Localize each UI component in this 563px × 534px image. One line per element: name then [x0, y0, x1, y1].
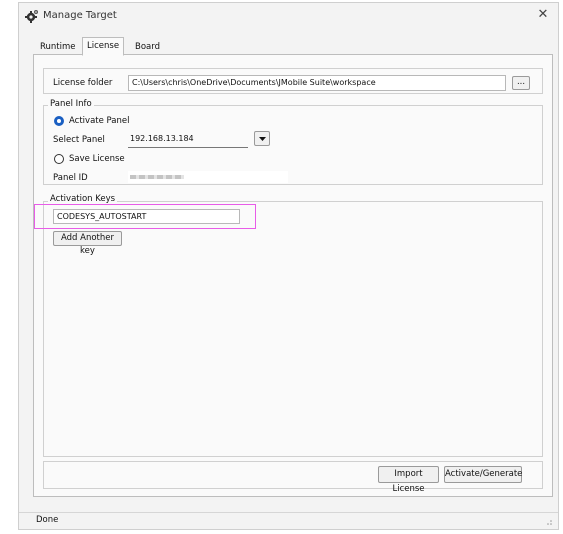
select-panel-value: 192.168.13.184 [130, 134, 194, 143]
resize-grip-icon[interactable] [544, 517, 552, 525]
browse-button[interactable]: ... [512, 76, 530, 90]
select-panel-label: Select Panel [53, 135, 105, 145]
tab-license[interactable]: License [82, 37, 125, 56]
save-license-radio[interactable] [54, 154, 64, 164]
add-another-key-button[interactable]: Add Another key [53, 231, 122, 256]
title-bar: Manage Target ✕ [19, 3, 558, 29]
status-text: Done [36, 515, 59, 525]
app-gear-icon [25, 10, 38, 23]
tab-runtime[interactable]: Runtime [36, 40, 80, 54]
panel-id-label: Panel ID [53, 173, 88, 183]
license-folder-field[interactable]: C:\Users\chris\OneDrive\Documents\JMobil… [128, 75, 506, 91]
license-folder-label: License folder [53, 78, 113, 88]
manage-target-window: Manage Target ✕ Runtime License Board Li… [18, 2, 559, 530]
activate-generate-button[interactable]: Activate/Generate [444, 466, 522, 483]
chevron-down-icon [259, 137, 266, 141]
panel-info-legend: Panel Info [48, 99, 94, 109]
save-license-label: Save License [69, 154, 125, 164]
activate-panel-label: Activate Panel [69, 116, 130, 126]
panel-id-field[interactable] [128, 171, 288, 183]
activation-key-field[interactable]: CODESYS_AUTOSTART [53, 209, 240, 224]
license-tab-panel: License folder C:\Users\chris\OneDrive\D… [33, 54, 553, 497]
activate-panel-radio[interactable] [54, 116, 64, 126]
select-panel-combo[interactable]: 192.168.13.184 [128, 132, 248, 148]
select-panel-dropdown-button[interactable] [254, 131, 270, 146]
window-title: Manage Target [43, 10, 117, 21]
close-icon[interactable]: ✕ [536, 7, 550, 22]
activation-keys-legend: Activation Keys [48, 194, 118, 204]
tab-board[interactable]: Board [131, 40, 164, 54]
status-bar: Done [19, 512, 558, 529]
panel-id-redacted [130, 175, 184, 179]
import-license-button[interactable]: Import License [378, 466, 439, 494]
